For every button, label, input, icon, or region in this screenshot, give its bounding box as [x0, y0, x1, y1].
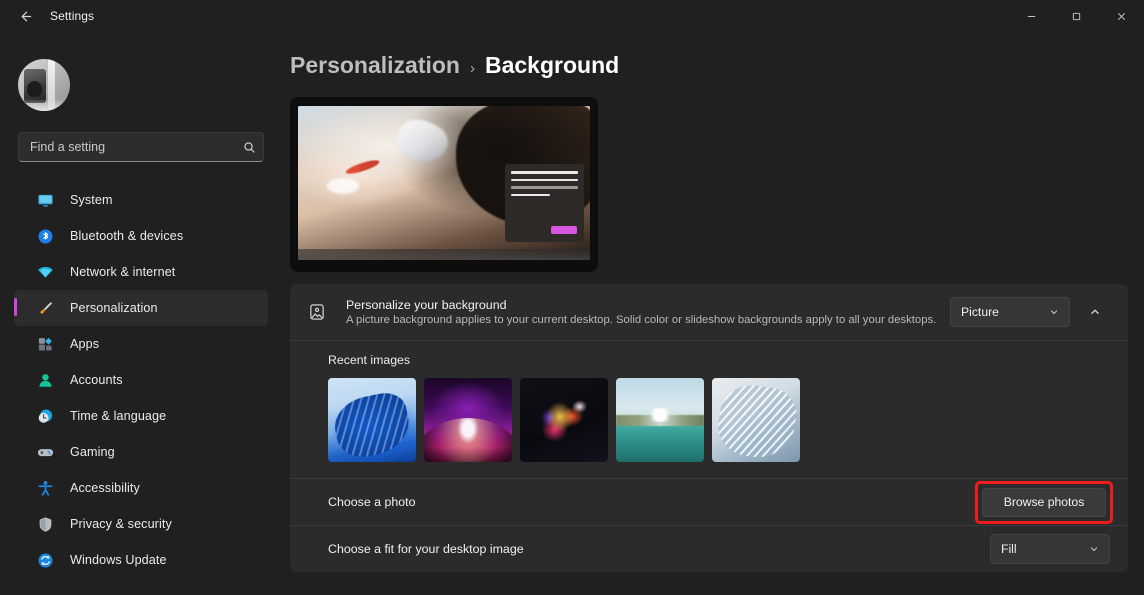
- desktop-preview: [290, 97, 598, 272]
- settings-window: Settings Find a setting System Bluetooth…: [0, 0, 1144, 595]
- back-arrow-icon: [20, 10, 31, 22]
- sidebar-label: Network & internet: [70, 265, 176, 279]
- recent-image-thumbnail[interactable]: [424, 378, 512, 462]
- wifi-icon: [34, 262, 56, 282]
- sidebar: System Bluetooth & devices Network & int…: [0, 32, 278, 595]
- sidebar-label: Gaming: [70, 445, 115, 459]
- wallpaper-shape-lips: [344, 157, 381, 176]
- personalize-row-texts: Personalize your background A picture ba…: [346, 298, 950, 326]
- personalize-background-row: Personalize your background A picture ba…: [290, 284, 1128, 340]
- preview-dialog-line: [511, 171, 578, 174]
- sidebar-item-apps[interactable]: Apps: [14, 326, 268, 362]
- recent-images-label: Recent images: [328, 353, 411, 367]
- choose-fit-row: Choose a fit for your desktop image Fill: [290, 526, 1128, 572]
- personalize-row-title: Personalize your background: [346, 298, 507, 312]
- avatar-shape-low: [18, 99, 70, 111]
- main-content: Personalization › Background Personalize…: [278, 32, 1144, 595]
- wallpaper-shape-highlight-2: [327, 178, 360, 194]
- avatar-shape-blob: [27, 81, 42, 97]
- personalize-row-subtitle: A picture background applies to your cur…: [346, 314, 937, 326]
- preview-dialog-line: [511, 186, 578, 189]
- apps-icon: [34, 334, 56, 354]
- recent-images-section: Recent images: [290, 341, 1128, 478]
- sidebar-label: Time & language: [70, 409, 167, 423]
- chevron-down-icon: [1089, 544, 1099, 554]
- breadcrumb-separator-icon: ›: [469, 60, 475, 77]
- gamepad-icon: [34, 442, 56, 462]
- wallpaper-shape-highlight-1: [391, 112, 454, 171]
- close-button[interactable]: [1099, 0, 1144, 32]
- title-bar: Settings: [0, 0, 1144, 32]
- recent-image-thumbnail[interactable]: [520, 378, 608, 462]
- chevron-up-icon: [1091, 309, 1099, 315]
- paintbrush-icon: [34, 298, 56, 318]
- recent-image-thumbnail[interactable]: [712, 378, 800, 462]
- expand-collapse-button[interactable]: [1080, 297, 1110, 327]
- fit-dropdown[interactable]: Fill: [990, 534, 1110, 564]
- sidebar-label: System: [70, 193, 113, 207]
- monitor-icon: [34, 190, 56, 210]
- preview-taskbar: [298, 249, 590, 260]
- sidebar-item-personalization[interactable]: Personalization: [14, 290, 268, 326]
- sidebar-item-accessibility[interactable]: Accessibility: [14, 470, 268, 506]
- sidebar-item-time-language[interactable]: Time & language: [14, 398, 268, 434]
- back-button[interactable]: [8, 1, 42, 31]
- preview-dialog-line: [511, 193, 550, 196]
- picture-icon: [308, 303, 338, 321]
- sidebar-nav: System Bluetooth & devices Network & int…: [14, 182, 268, 578]
- restore-icon: [1072, 12, 1081, 20]
- restore-button[interactable]: [1054, 0, 1099, 32]
- accessibility-icon: [34, 478, 56, 498]
- sidebar-label: Apps: [70, 337, 100, 351]
- sidebar-item-system[interactable]: System: [14, 182, 268, 218]
- sidebar-label: Bluetooth & devices: [70, 229, 184, 243]
- sidebar-item-gaming[interactable]: Gaming: [14, 434, 268, 470]
- preview-dialog: [505, 164, 584, 242]
- background-settings-card: Personalize your background A picture ba…: [290, 284, 1128, 572]
- sidebar-item-accounts[interactable]: Accounts: [14, 362, 268, 398]
- minimize-button[interactable]: [1009, 0, 1054, 32]
- browse-photos-highlight: Browse photos: [975, 480, 1113, 524]
- chevron-down-icon: [1049, 307, 1059, 317]
- sidebar-item-bluetooth-devices[interactable]: Bluetooth & devices: [14, 218, 268, 254]
- sidebar-label: Privacy & security: [70, 517, 172, 531]
- fit-value: Fill: [1001, 542, 1017, 556]
- breadcrumb: Personalization › Background: [290, 52, 619, 79]
- background-type-value: Picture: [961, 305, 999, 319]
- recent-images-list: [328, 378, 1110, 462]
- page-title: Background: [484, 52, 620, 78]
- bluetooth-icon: [34, 226, 56, 246]
- recent-image-thumbnail[interactable]: [328, 378, 416, 462]
- choose-photo-row: Choose a photo Browse photos: [290, 479, 1128, 525]
- user-avatar[interactable]: [18, 59, 70, 111]
- close-icon: [1117, 12, 1126, 20]
- choose-fit-label: Choose a fit for your desktop image: [328, 542, 524, 556]
- recent-image-thumbnail[interactable]: [616, 378, 704, 462]
- breadcrumb-parent[interactable]: Personalization: [290, 52, 460, 79]
- sidebar-label: Personalization: [70, 301, 158, 315]
- minimize-icon: [1027, 15, 1036, 17]
- sidebar-label: Accessibility: [70, 481, 140, 495]
- choose-photo-label: Choose a photo: [328, 495, 416, 509]
- background-type-dropdown[interactable]: Picture: [950, 297, 1070, 327]
- person-icon: [34, 370, 56, 390]
- preview-dialog-line: [511, 178, 578, 181]
- preview-screen: [298, 106, 590, 260]
- sidebar-item-windows-update[interactable]: Windows Update: [14, 542, 268, 578]
- search-icon: [235, 141, 263, 154]
- sidebar-item-privacy-security[interactable]: Privacy & security: [14, 506, 268, 542]
- sidebar-label: Windows Update: [70, 553, 167, 567]
- shield-icon: [34, 514, 56, 534]
- search-input[interactable]: [19, 140, 235, 154]
- window-controls: [1009, 0, 1144, 32]
- sidebar-item-network-internet[interactable]: Network & internet: [14, 254, 268, 290]
- search-box[interactable]: [18, 132, 264, 162]
- update-icon: [34, 550, 56, 570]
- sidebar-label: Accounts: [70, 373, 123, 387]
- window-title: Settings: [50, 9, 95, 23]
- preview-dialog-button: [551, 226, 577, 234]
- browse-photos-button[interactable]: Browse photos: [982, 487, 1106, 517]
- clock-icon: [34, 406, 56, 426]
